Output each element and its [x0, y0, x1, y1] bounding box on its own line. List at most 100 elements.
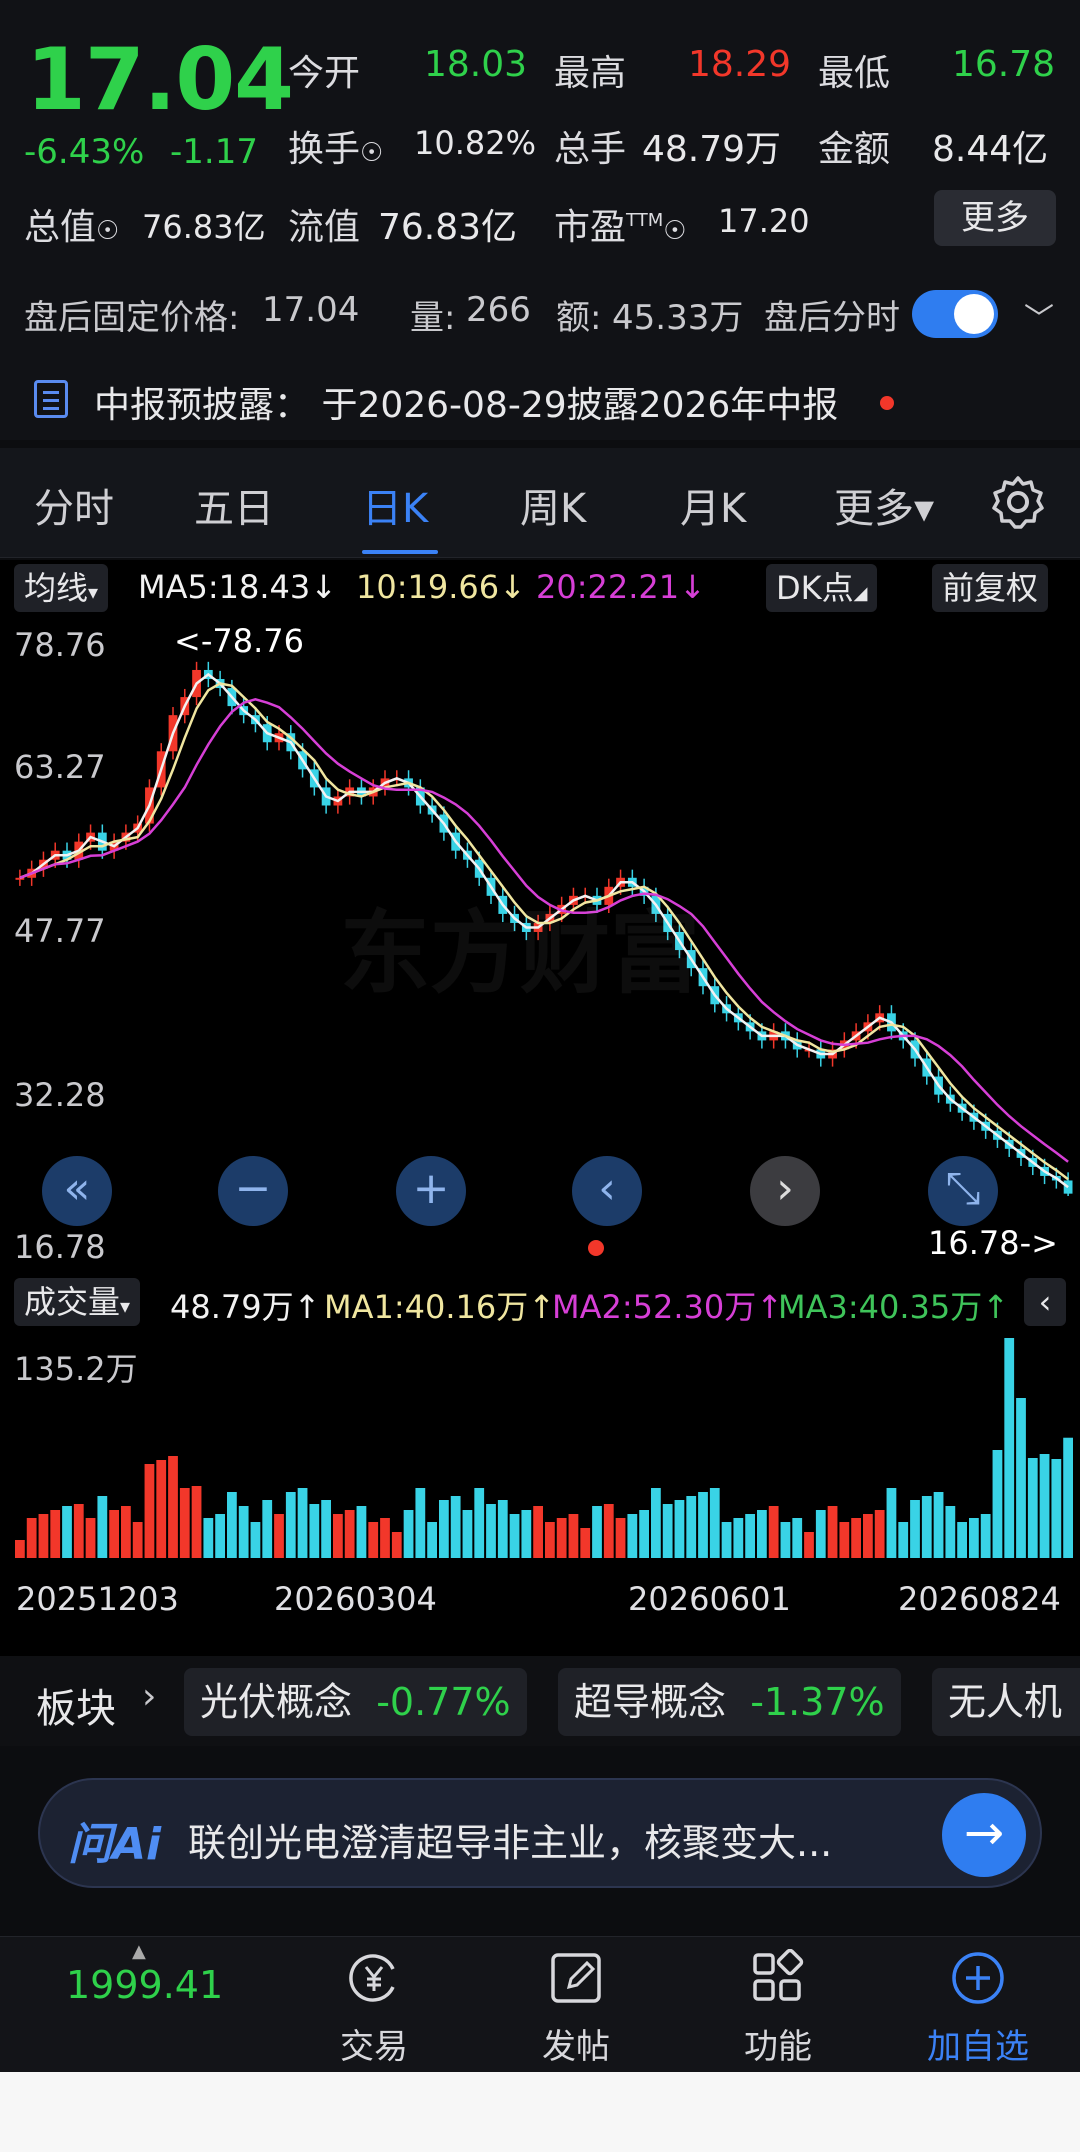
sector-pill-3[interactable]: 无人机 — [932, 1668, 1080, 1736]
volume-bar — [262, 1500, 273, 1558]
nav-trade[interactable]: 交易 — [314, 1949, 434, 2068]
chevron-right-icon[interactable]: › — [142, 1676, 156, 1717]
volume-max-label: 135.2万 — [14, 1350, 138, 1388]
vol-ma2: MA2:52.30万↑ — [552, 1288, 784, 1326]
volume-bar — [1027, 1458, 1038, 1558]
volume-bar — [556, 1518, 567, 1558]
collapse-chevron-icon[interactable]: ‹ — [1024, 1278, 1066, 1326]
volume-bar — [957, 1522, 967, 1558]
volume-bar — [839, 1522, 850, 1558]
volume-bar — [179, 1488, 190, 1558]
volume-bar — [545, 1522, 555, 1558]
volume-bar — [639, 1510, 649, 1558]
volume-bar — [439, 1500, 449, 1558]
volume-select[interactable]: 成交量▾ — [14, 1278, 141, 1326]
step-right-icon[interactable]: › — [750, 1156, 820, 1226]
candle-body — [15, 877, 25, 880]
arrow-right-icon[interactable]: → — [942, 1793, 1026, 1877]
scroll-to-start-icon[interactable]: « — [42, 1156, 112, 1226]
volume-bar — [333, 1514, 343, 1558]
sector-pill-1[interactable]: 光伏概念 -0.77% — [184, 1668, 527, 1736]
ai-assistant-bar[interactable]: 问Ai 联创光电澄清超导非主业，核聚变大... → — [38, 1778, 1042, 1888]
volume-bar — [863, 1514, 873, 1558]
after-hours-price: 17.04 — [262, 290, 360, 330]
more-button[interactable]: 更多 — [934, 190, 1056, 246]
info-icon[interactable]: ☉ — [663, 216, 686, 246]
volume-bar — [969, 1518, 979, 1558]
axis-label-3: 47.77 — [14, 912, 106, 950]
volume-bar — [15, 1540, 25, 1558]
grid-icon — [753, 1948, 804, 2001]
volume-bar — [297, 1488, 308, 1558]
open-value: 18.03 — [424, 44, 528, 85]
after-amt-value: 45.33万 — [612, 298, 744, 338]
unread-dot — [880, 396, 894, 410]
min-marker: 16.78-> — [928, 1224, 1058, 1262]
edit-icon — [551, 1953, 601, 2003]
info-icon[interactable]: ☉ — [360, 138, 383, 168]
chevron-down-icon[interactable]: ﹀ — [1024, 294, 1054, 338]
dk-point-button[interactable]: DK点◢ — [766, 564, 878, 612]
kline-chart-area: 均线▾ MA5:18.43↓ 10:19.66↓ 20:22.21↓ DK点◢ … — [0, 560, 1080, 1660]
info-icon[interactable]: ☉ — [96, 216, 119, 246]
volume-bar — [462, 1510, 473, 1558]
report-notice[interactable]: 中报预披露： 于2026-08-29披露2026年中报 — [94, 376, 838, 428]
tab-more[interactable]: 更多▾ — [834, 476, 934, 534]
volume-bar — [474, 1488, 485, 1558]
amount-value: 8.44亿 — [932, 129, 1049, 170]
sector-label[interactable]: 板块 — [36, 1676, 116, 1734]
turnover-value: 10.82% — [414, 124, 537, 162]
volume-bar — [1004, 1338, 1015, 1558]
step-left-icon[interactable]: ‹ — [572, 1156, 642, 1226]
adjust-button[interactable]: 前复权 — [932, 564, 1049, 612]
volume-bar — [686, 1496, 697, 1558]
volume-bar — [509, 1514, 520, 1558]
tab-monthly-k[interactable]: 月K — [680, 476, 746, 534]
volume-bar — [132, 1522, 143, 1558]
nav-functions[interactable]: 功能 — [718, 1948, 838, 2068]
volume-bar — [815, 1510, 826, 1558]
volume-bar — [368, 1522, 379, 1558]
volume-bar — [910, 1500, 920, 1558]
caret-up-icon[interactable]: ▲ — [132, 1941, 146, 1962]
tab-intraday[interactable]: 分时 — [34, 476, 114, 534]
gear-icon[interactable] — [990, 474, 1046, 530]
volume-bar — [227, 1492, 237, 1558]
float-label: 流值 — [288, 207, 361, 248]
volume-bar — [874, 1510, 885, 1558]
after-amt-label: 额: — [556, 298, 602, 338]
tab-weekly-k[interactable]: 周K — [520, 476, 586, 534]
tab-daily-k[interactable]: 日K — [362, 476, 428, 534]
zoom-out-icon[interactable]: − — [218, 1156, 288, 1226]
zoom-in-icon[interactable]: + — [396, 1156, 466, 1226]
date-label-3: 20260601 — [628, 1580, 791, 1618]
after-hours-toggle[interactable] — [912, 290, 998, 338]
tab-five-day[interactable]: 五日 — [194, 476, 274, 534]
volume-bar — [662, 1504, 673, 1558]
volume-bar — [250, 1522, 261, 1558]
sector-pill-2[interactable]: 超导概念 -1.37% — [558, 1668, 901, 1736]
volume-bar — [497, 1500, 508, 1558]
nav-add-watchlist[interactable]: 加自选 — [918, 1949, 1038, 2068]
volume-bar — [97, 1496, 108, 1558]
index-value[interactable]: 1999.41 — [66, 1963, 223, 2007]
volume-bar — [698, 1492, 708, 1558]
volume-bar — [156, 1460, 167, 1558]
volume-bar — [886, 1488, 897, 1558]
volume-bar — [309, 1504, 320, 1558]
high-label: 最高 — [554, 53, 627, 94]
nav-post[interactable]: 发帖 — [516, 1949, 636, 2068]
ma-select[interactable]: 均线▾ — [14, 564, 109, 612]
volume-bar — [38, 1514, 49, 1558]
volume-chart[interactable] — [0, 1334, 1080, 1566]
volume-bar — [380, 1518, 390, 1558]
volume-bar — [933, 1492, 944, 1558]
max-marker: <-78.76 — [174, 622, 304, 660]
axis-label-max: 78.76 — [14, 626, 106, 664]
ma5-value: MA5:18.43↓ — [138, 568, 338, 606]
document-icon — [34, 380, 68, 418]
fullscreen-icon[interactable]: ⤡ — [928, 1156, 998, 1226]
volume-bar — [851, 1518, 861, 1558]
mktcap-value: 76.83亿 — [142, 208, 266, 246]
axis-label-2: 63.27 — [14, 748, 106, 786]
